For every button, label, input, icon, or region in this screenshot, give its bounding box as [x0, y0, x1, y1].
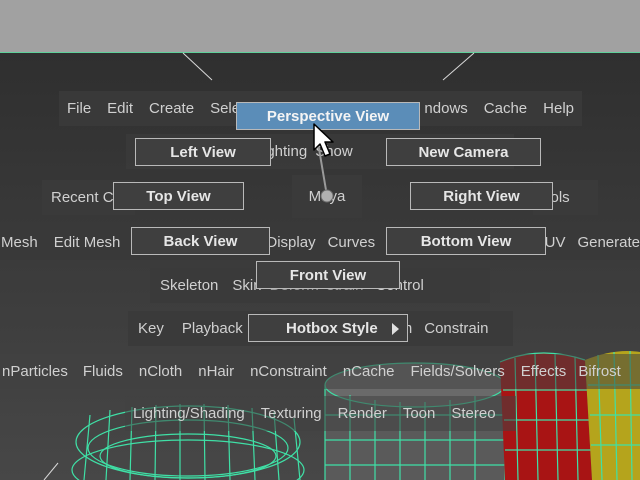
mouse-cursor-icon	[313, 123, 334, 157]
